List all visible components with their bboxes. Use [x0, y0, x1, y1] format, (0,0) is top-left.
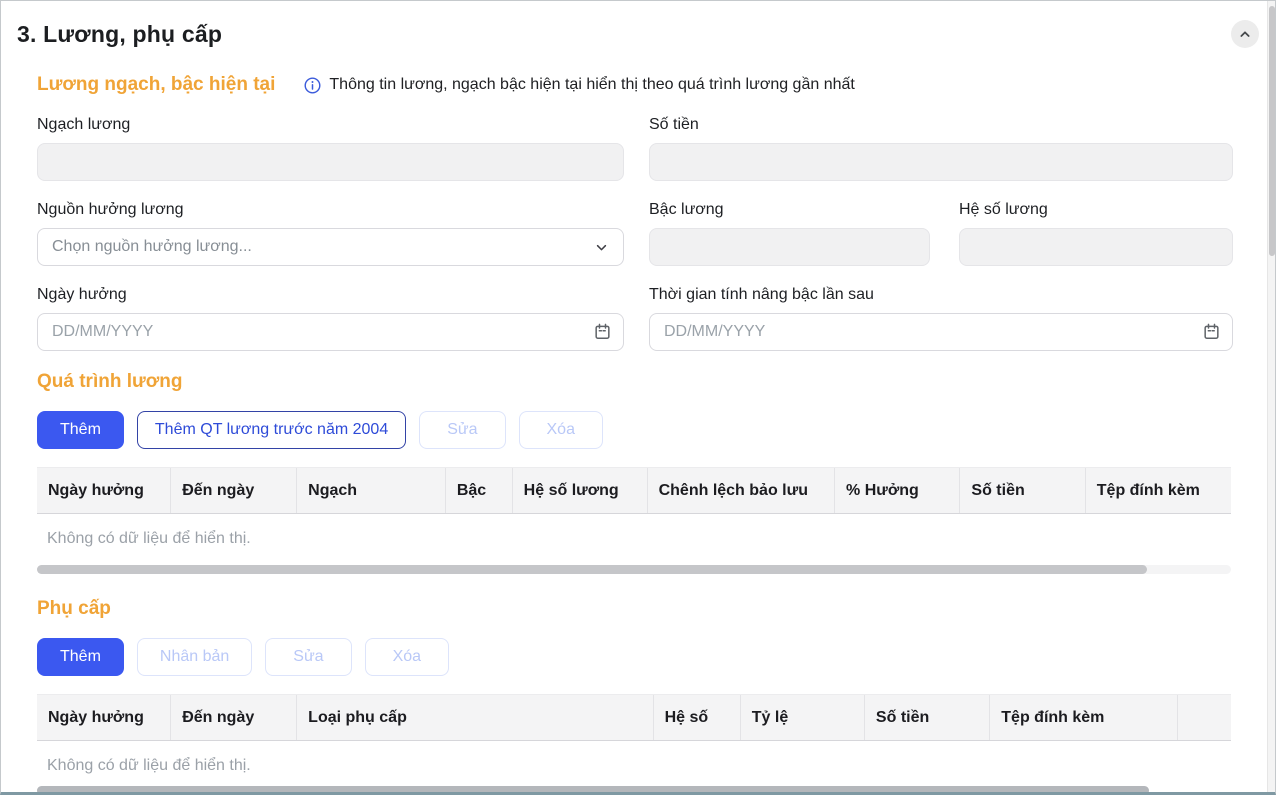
salary-history-add-pre-2004-button[interactable]: Thêm QT lương trước năm 2004: [137, 411, 406, 449]
field-nguon-huong-luong: Nguồn hưởng lương Chọn nguồn hưởng lương…: [37, 201, 624, 266]
salary-history-delete-button: Xóa: [519, 411, 603, 449]
so-tien-input: [649, 143, 1233, 181]
vertical-scrollbar[interactable]: [1267, 1, 1275, 792]
empty-state-text: Không có dữ liệu để hiển thị.: [37, 741, 1231, 790]
ngay-huong-date-input[interactable]: [37, 313, 624, 351]
he-so-luong-label: Hệ số lương: [959, 201, 1233, 219]
horizontal-scrollbar-thumb[interactable]: [37, 786, 1149, 795]
column-header-tep-dinh-kem: Tệp đính kèm: [1085, 468, 1231, 514]
salary-history-table: Ngày hưởng Đến ngày Ngạch Bậc Hệ số lươn…: [37, 467, 1231, 562]
column-header-ty-le: Tỷ lệ: [740, 695, 864, 741]
column-header-tep-dinh-kem: Tệp đính kèm: [990, 695, 1177, 741]
field-so-tien: Số tiền: [649, 116, 1233, 181]
salary-history-header-row: Ngày hưởng Đến ngày Ngạch Bậc Hệ số lươn…: [37, 468, 1231, 514]
salary-history-add-button[interactable]: Thêm: [37, 411, 124, 449]
current-salary-heading: Lương ngạch, bậc hiện tại: [37, 74, 275, 96]
he-so-luong-input: [959, 228, 1233, 266]
field-he-so-luong: Hệ số lương: [959, 201, 1233, 266]
bac-luong-input: [649, 228, 930, 266]
column-header-empty: [1177, 695, 1231, 741]
horizontal-scrollbar[interactable]: [37, 565, 1231, 574]
grade-coefficient-group: Bậc lương Hệ số lương: [649, 201, 1233, 286]
field-bac-luong: Bậc lương: [649, 201, 930, 266]
allowances-edit-button: Sửa: [265, 638, 351, 676]
thoi-gian-nang-bac-date-input[interactable]: [649, 313, 1233, 351]
salary-history-edit-button: Sửa: [419, 411, 505, 449]
so-tien-label: Số tiền: [649, 116, 1233, 134]
column-header-ngach: Ngạch: [297, 468, 446, 514]
allowances-add-button[interactable]: Thêm: [37, 638, 124, 676]
column-header-den-ngay: Đến ngày: [171, 468, 297, 514]
allowances-duplicate-button: Nhân bản: [137, 638, 252, 676]
nguon-huong-luong-select[interactable]: Chọn nguồn hưởng lương...: [37, 228, 624, 266]
column-header-chenh-lech-bao-luu: Chênh lệch bảo lưu: [647, 468, 834, 514]
empty-row: Không có dữ liệu để hiển thị.: [37, 514, 1231, 563]
field-ngay-huong: Ngày hưởng: [37, 286, 624, 351]
thoi-gian-nang-bac-label: Thời gian tính nâng bậc lần sau: [649, 286, 1233, 304]
info-note-text: Thông tin lương, ngạch bậc hiện tại hiển…: [329, 76, 854, 94]
ngay-huong-label: Ngày hưởng: [37, 286, 624, 304]
column-header-he-so: Hệ số: [653, 695, 740, 741]
allowances-heading: Phụ cấp: [37, 598, 1231, 620]
column-header-he-so-luong: Hệ số lương: [512, 468, 647, 514]
nguon-huong-luong-placeholder: Chọn nguồn hưởng lương...: [52, 238, 252, 256]
info-note: Thông tin lương, ngạch bậc hiện tại hiển…: [303, 76, 854, 95]
horizontal-scrollbar-thumb[interactable]: [37, 565, 1147, 574]
allowances-delete-button: Xóa: [365, 638, 449, 676]
page: 3. Lương, phụ cấp Lương ngạch, bậc hiện …: [0, 0, 1276, 795]
column-header-loai-phu-cap: Loại phụ cấp: [297, 695, 653, 741]
field-thoi-gian-nang-bac: Thời gian tính nâng bậc lần sau: [649, 286, 1233, 351]
column-header-phan-tram-huong: % Hưởng: [835, 468, 960, 514]
chevron-up-icon: [1237, 26, 1253, 42]
calendar-icon[interactable]: [593, 322, 612, 341]
ngach-luong-label: Ngạch lương: [37, 116, 624, 134]
bac-luong-label: Bậc lương: [649, 201, 930, 219]
vertical-scrollbar-thumb[interactable]: [1269, 6, 1275, 256]
column-header-ngay-huong: Ngày hưởng: [37, 468, 171, 514]
allowances-header-row: Ngày hưởng Đến ngày Loại phụ cấp Hệ số T…: [37, 695, 1231, 741]
info-icon: [303, 76, 322, 95]
ngach-luong-input: [37, 143, 624, 181]
salary-allowance-panel: 3. Lương, phụ cấp Lương ngạch, bậc hiện …: [1, 1, 1275, 789]
current-salary-section: Lương ngạch, bậc hiện tại Thông tin lươn…: [37, 74, 1231, 371]
nguon-huong-luong-label: Nguồn hưởng lương: [37, 201, 624, 219]
salary-history-heading: Quá trình lương: [37, 371, 1231, 393]
chevron-down-icon: [593, 239, 610, 256]
empty-state-text: Không có dữ liệu để hiển thị.: [37, 514, 1231, 563]
calendar-icon[interactable]: [1202, 322, 1221, 341]
scroll-to-top-button[interactable]: [1231, 20, 1259, 48]
column-header-bac: Bậc: [445, 468, 512, 514]
empty-row: Không có dữ liệu để hiển thị.: [37, 741, 1231, 790]
allowances-section: Phụ cấp Thêm Nhân bản Sửa Xóa Ngày hưởng…: [37, 598, 1231, 789]
field-ngach-luong: Ngạch lương: [37, 116, 624, 181]
page-title: 3. Lương, phụ cấp: [17, 21, 1231, 48]
column-header-ngay-huong: Ngày hưởng: [37, 695, 171, 741]
allowances-table: Ngày hưởng Đến ngày Loại phụ cấp Hệ số T…: [37, 694, 1231, 789]
column-header-so-tien: Số tiền: [960, 468, 1085, 514]
column-header-so-tien: Số tiền: [864, 695, 989, 741]
salary-history-section: Quá trình lương Thêm Thêm QT lương trước…: [37, 371, 1231, 574]
column-header-den-ngay: Đến ngày: [171, 695, 297, 741]
